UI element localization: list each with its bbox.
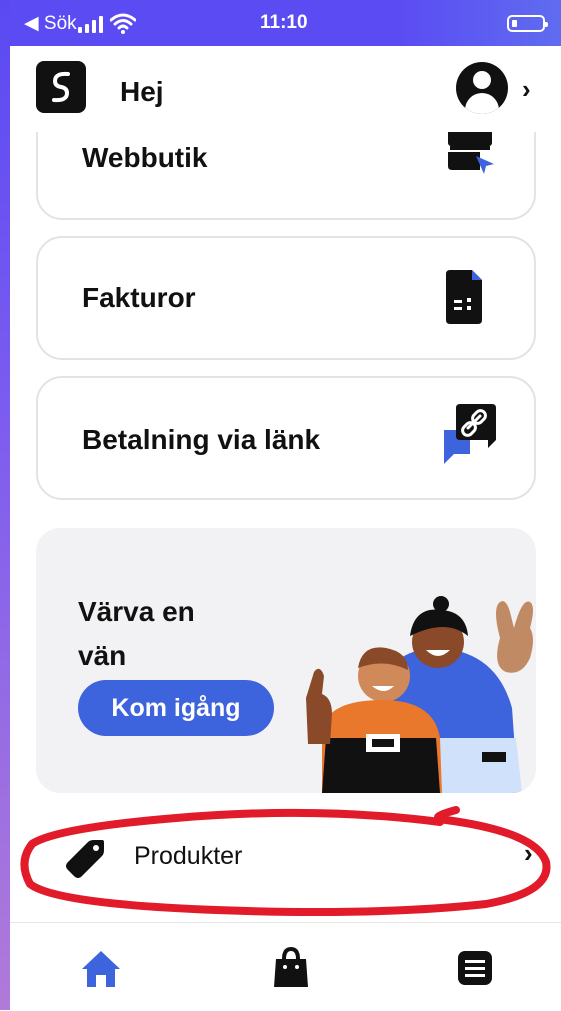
tag-icon (66, 840, 104, 878)
battery-icon (507, 15, 548, 32)
profile-chevron-icon[interactable]: › (522, 74, 531, 105)
wifi-icon (110, 13, 136, 34)
get-started-button[interactable]: Kom igång (78, 680, 274, 736)
page-title: Hej (120, 76, 164, 107)
main-content: Webbutik Fakturor Betalning via länk Vär… (10, 132, 561, 922)
cellular-signal-icon (78, 16, 103, 33)
card-label: Betalning via länk (82, 424, 321, 455)
chevron-right-icon: › (524, 838, 533, 868)
card-label: Webbutik (82, 142, 208, 173)
refer-friend-promo: Värva en vän Kom igång (36, 528, 536, 793)
shopping-bag-icon[interactable] (266, 943, 316, 993)
back-to-search[interactable]: ◀ Sök (24, 12, 77, 35)
bottom-tab-bar (10, 922, 561, 1011)
profile-avatar-icon[interactable] (456, 62, 508, 114)
promo-title: Värva en vän (78, 596, 195, 671)
screen-edge (0, 0, 10, 1010)
people-illustration-icon (306, 596, 533, 793)
home-icon[interactable] (76, 943, 126, 993)
card-betalning-via-lank[interactable]: Betalning via länk (36, 376, 536, 500)
storefront-icon (448, 132, 494, 174)
link-chat-icon (444, 404, 496, 464)
logo-icon (52, 71, 70, 103)
card-fakturor[interactable]: Fakturor (36, 236, 536, 360)
list-item-label: Produkter (134, 842, 243, 870)
status-bar: ◀ Sök 11:10 (10, 0, 561, 46)
app-header: Hej › (10, 46, 561, 132)
invoice-icon (446, 270, 482, 324)
card-label: Fakturor (82, 282, 196, 313)
card-webbutik[interactable]: Webbutik (36, 132, 536, 220)
app-logo[interactable] (36, 61, 86, 113)
status-time: 11:10 (260, 12, 308, 33)
menu-list-icon[interactable] (450, 943, 500, 993)
list-item-produkter[interactable]: Produkter › (20, 806, 561, 916)
